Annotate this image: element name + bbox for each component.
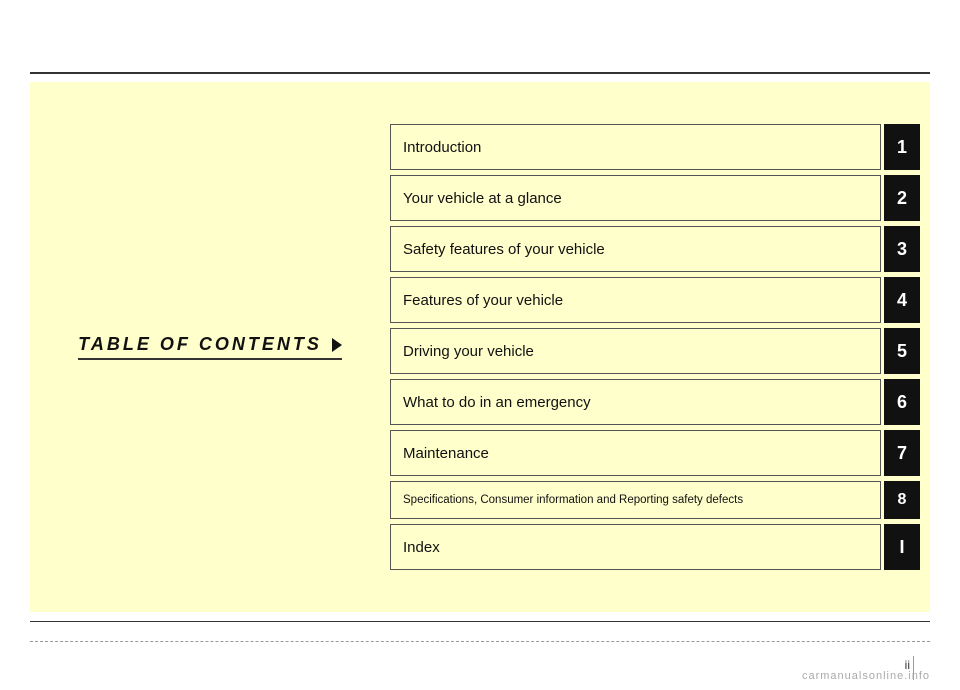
toc-entry-2[interactable]: Your vehicle at a glance — [390, 175, 881, 221]
toc-entry-6[interactable]: What to do in an emergency — [390, 379, 881, 425]
toc-row-3: Safety features of your vehicle 3 — [390, 226, 920, 272]
bottom-rule-dashed — [30, 641, 930, 642]
toc-label-8: Specifications, Consumer information and… — [403, 494, 743, 506]
toc-row-9: Index I — [390, 524, 920, 570]
left-panel: TABLE OF CONTENTS — [30, 82, 390, 612]
toc-entry-3[interactable]: Safety features of your vehicle — [390, 226, 881, 272]
toc-number-9: I — [884, 524, 920, 570]
page-title: TABLE OF CONTENTS — [78, 334, 342, 360]
toc-entry-5[interactable]: Driving your vehicle — [390, 328, 881, 374]
page-container: TABLE OF CONTENTS Introduction 1 Your ve… — [0, 0, 960, 690]
bottom-rule-solid — [30, 621, 930, 623]
watermark: carmanualsonline.info — [802, 670, 930, 682]
toc-number-5: 5 — [884, 328, 920, 374]
top-rule — [30, 72, 930, 74]
toc-label-6: What to do in an emergency — [403, 394, 591, 411]
toc-row-6: What to do in an emergency 6 — [390, 379, 920, 425]
toc-number-3: 3 — [884, 226, 920, 272]
toc-row-5: Driving your vehicle 5 — [390, 328, 920, 374]
title-text: TABLE OF CONTENTS — [78, 334, 322, 355]
toc-entry-1[interactable]: Introduction — [390, 124, 881, 170]
toc-number-8: 8 — [884, 481, 920, 519]
toc-entry-4[interactable]: Features of your vehicle — [390, 277, 881, 323]
toc-label-5: Driving your vehicle — [403, 343, 534, 360]
toc-row-8: Specifications, Consumer information and… — [390, 481, 920, 519]
toc-entry-8[interactable]: Specifications, Consumer information and… — [390, 481, 881, 519]
toc-number-7: 7 — [884, 430, 920, 476]
toc-label-9: Index — [403, 539, 440, 556]
toc-entry-7[interactable]: Maintenance — [390, 430, 881, 476]
toc-row-7: Maintenance 7 — [390, 430, 920, 476]
toc-entry-9[interactable]: Index — [390, 524, 881, 570]
toc-panel: Introduction 1 Your vehicle at a glance … — [390, 82, 930, 612]
title-arrow-icon — [332, 338, 342, 352]
toc-number-6: 6 — [884, 379, 920, 425]
toc-label-3: Safety features of your vehicle — [403, 241, 605, 258]
toc-row-2: Your vehicle at a glance 2 — [390, 175, 920, 221]
toc-row-4: Features of your vehicle 4 — [390, 277, 920, 323]
main-content: TABLE OF CONTENTS Introduction 1 Your ve… — [30, 82, 930, 612]
toc-number-4: 4 — [884, 277, 920, 323]
toc-number-1: 1 — [884, 124, 920, 170]
toc-row-1: Introduction 1 — [390, 124, 920, 170]
toc-number-2: 2 — [884, 175, 920, 221]
toc-label-1: Introduction — [403, 139, 481, 156]
toc-label-4: Features of your vehicle — [403, 292, 563, 309]
toc-label-7: Maintenance — [403, 445, 489, 462]
toc-label-2: Your vehicle at a glance — [403, 190, 562, 207]
